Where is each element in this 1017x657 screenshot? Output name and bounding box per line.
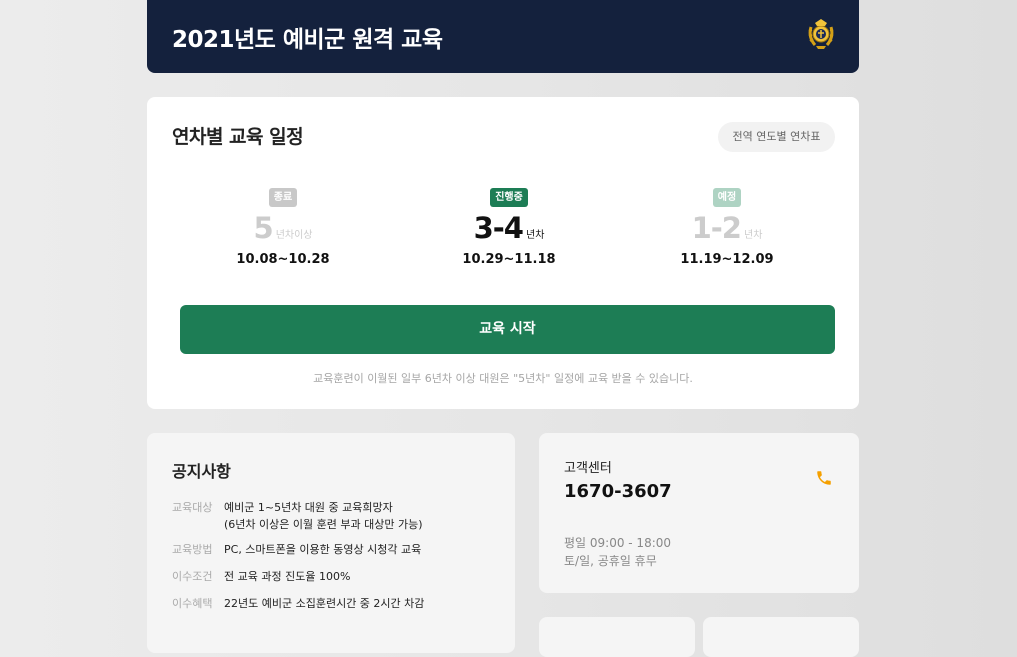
notice-value: 전 교육 과정 진도율 100% xyxy=(224,570,351,583)
schedule-title: 연차별 교육 일정 xyxy=(172,126,304,148)
schedule-column-1-2-years: 예정 1-2 년차 11.19~12.09 xyxy=(627,185,827,267)
status-badge: 진행중 xyxy=(490,188,528,207)
start-education-button[interactable]: 교육 시작 xyxy=(180,305,835,354)
schedule-column-5-years: 종료 5 년차이상 10.08~10.28 xyxy=(183,185,383,267)
date-range: 10.08~10.28 xyxy=(236,252,330,267)
phone-icon[interactable] xyxy=(815,469,833,487)
hours-closed: 토/일, 공휴일 휴무 xyxy=(564,554,657,568)
schedule-note: 교육훈련이 이월된 일부 6년차 이상 대원은 "5년차" 일정에 교육 받을 … xyxy=(313,372,693,385)
notice-value: PC, 스마트폰을 이용한 동영상 시청각 교육 xyxy=(224,543,422,556)
quick-link-card[interactable] xyxy=(703,617,859,657)
notice-title: 공지사항 xyxy=(172,462,231,481)
date-range: 11.19~12.09 xyxy=(680,252,774,267)
notice-key: 이수조건 xyxy=(172,570,213,583)
customer-center-phone: 1670-3607 xyxy=(564,481,672,502)
year-table-button[interactable]: 전역 연도별 연차표 xyxy=(718,122,835,152)
year-range: 1-2 xyxy=(691,211,742,245)
status-badge: 종료 xyxy=(268,188,298,207)
reserve-forces-emblem-icon xyxy=(808,19,834,49)
date-range: 10.29~11.18 xyxy=(462,252,556,267)
schedule-card: 연차별 교육 일정 전역 연도별 연차표 종료 5 년차이상 10.08~10.2… xyxy=(147,97,859,409)
notice-key: 이수혜택 xyxy=(172,597,213,610)
notice-value: 22년도 예비군 소집훈련시간 중 2시간 차감 xyxy=(224,597,425,610)
notice-value: 예비군 1~5년차 대원 중 교육희망자 (6년차 이상은 이월 훈련 부과 대… xyxy=(224,499,504,533)
quick-link-card[interactable] xyxy=(539,617,695,657)
customer-center-card: 고객센터 1670-3607 평일 09:00 - 18:00 토/일, 공휴일… xyxy=(539,433,859,593)
year-unit: 년차이상 xyxy=(275,230,313,241)
notice-value-line: 예비군 1~5년차 대원 중 교육희망자 xyxy=(224,501,393,514)
year-range: 5 xyxy=(253,211,274,245)
page-title: 2021년도 예비군 원격 교육 xyxy=(172,27,443,53)
year-range: 3-4 xyxy=(473,211,524,245)
customer-center-hours: 평일 09:00 - 18:00 토/일, 공휴일 휴무 xyxy=(564,534,671,570)
hours-weekday: 평일 09:00 - 18:00 xyxy=(564,536,672,550)
year-unit: 년차 xyxy=(526,230,545,241)
notice-key: 교육대상 xyxy=(172,501,213,514)
status-badge: 예정 xyxy=(712,188,742,207)
schedule-column-3-4-years: 진행중 3-4 년차 10.29~11.18 xyxy=(409,185,609,267)
notice-card: 공지사항 교육대상 예비군 1~5년차 대원 중 교육희망자 (6년차 이상은 … xyxy=(147,433,515,653)
page-header: 2021년도 예비군 원격 교육 xyxy=(147,0,859,73)
notice-key: 교육방법 xyxy=(172,543,213,556)
year-unit: 년차 xyxy=(744,230,763,241)
customer-center-title: 고객센터 xyxy=(564,461,612,476)
notice-value-line: (6년차 이상은 이월 훈련 부과 대상만 가능) xyxy=(224,518,423,531)
